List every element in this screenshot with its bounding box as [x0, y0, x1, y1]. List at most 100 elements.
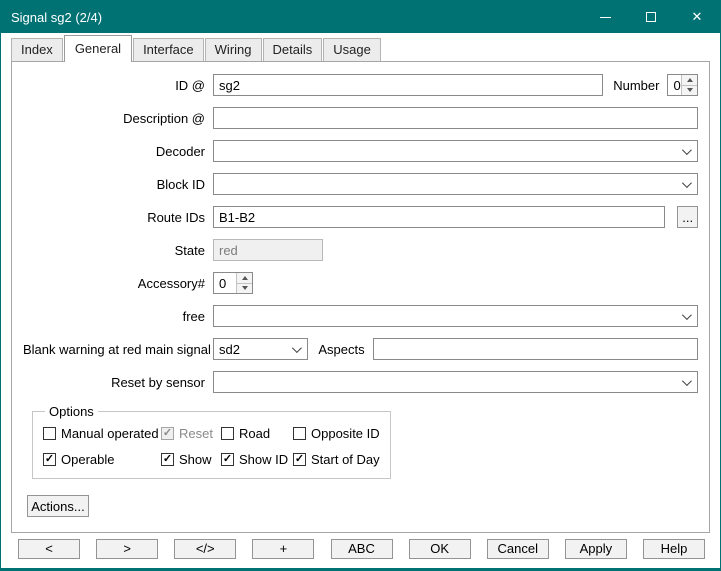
close-button[interactable]: ✕ — [674, 1, 720, 33]
route-ids-input[interactable] — [213, 206, 665, 228]
tab-wiring[interactable]: Wiring — [205, 38, 262, 61]
add-button[interactable]: + — [252, 539, 314, 559]
chevron-down-icon — [682, 178, 692, 188]
checkbox-show[interactable]: ✓ Show — [161, 452, 221, 467]
help-button[interactable]: Help — [643, 539, 705, 559]
number-value: 0 — [668, 75, 681, 95]
checkbox-manual-operated[interactable]: Manual operated — [43, 426, 161, 441]
state-row: State — [23, 239, 698, 261]
aspects-input[interactable] — [373, 338, 698, 360]
aspects-label: Aspects — [308, 342, 372, 357]
actions-button[interactable]: Actions... — [27, 495, 89, 517]
checkbox-box: ✓ — [43, 453, 56, 466]
description-label: Description @ — [23, 111, 213, 126]
abc-button[interactable]: ABC — [331, 539, 393, 559]
chevron-down-icon — [682, 376, 692, 386]
decoder-row: Decoder — [23, 140, 698, 162]
minimize-button[interactable] — [582, 1, 628, 33]
chevron-down-icon — [682, 310, 692, 320]
options-group: Options Manual operated ✓ Reset Road Opp… — [32, 404, 391, 479]
checkbox-box: ✓ — [221, 453, 234, 466]
block-id-select[interactable] — [213, 173, 698, 195]
decoder-label: Decoder — [23, 144, 213, 159]
checkbox-operable[interactable]: ✓ Operable — [43, 452, 161, 467]
block-id-label: Block ID — [23, 177, 213, 192]
route-ids-label: Route IDs — [23, 210, 213, 225]
blank-warning-label: Blank warning at red main signal — [23, 342, 213, 357]
blank-warning-row: Blank warning at red main signal sd2 Asp… — [23, 338, 698, 360]
minimize-icon — [600, 17, 611, 18]
titlebar[interactable]: Signal sg2 (2/4) ✕ — [1, 1, 720, 33]
tab-index[interactable]: Index — [11, 38, 63, 61]
checkbox-box: ✓ — [161, 453, 174, 466]
window-controls: ✕ — [582, 1, 720, 33]
checkbox-label: Reset — [179, 426, 213, 441]
free-row: free — [23, 305, 698, 327]
window-title: Signal sg2 (2/4) — [11, 10, 102, 25]
accessory-stepper[interactable]: 0 — [213, 272, 253, 294]
state-label: State — [23, 243, 213, 258]
reset-by-sensor-row: Reset by sensor — [23, 371, 698, 393]
number-label: Number — [603, 78, 667, 93]
checkbox-label: Operable — [61, 452, 114, 467]
accessory-stepper-buttons — [236, 273, 252, 293]
description-input[interactable] — [213, 107, 698, 129]
state-input — [213, 239, 323, 261]
tab-interface[interactable]: Interface — [133, 38, 204, 61]
checkbox-opposite-id[interactable]: Opposite ID — [293, 426, 380, 441]
chevron-down-icon — [682, 145, 692, 155]
checkbox-start-of-day[interactable]: ✓ Start of Day — [293, 452, 380, 467]
stepper-up-icon[interactable] — [682, 75, 697, 85]
xml-button[interactable]: </> — [174, 539, 236, 559]
bottom-button-bar: < > </> + ABC OK Cancel Apply Help — [1, 533, 720, 568]
maximize-icon — [646, 12, 656, 22]
tab-general[interactable]: General — [64, 35, 132, 62]
blank-warning-value: sd2 — [219, 342, 240, 357]
checkbox-box: ✓ — [293, 453, 306, 466]
checkbox-box — [43, 427, 56, 440]
accessory-value: 0 — [214, 273, 236, 293]
checkbox-label: Road — [239, 426, 270, 441]
accessory-label: Accessory# — [23, 276, 213, 291]
stepper-down-icon[interactable] — [682, 85, 697, 96]
stepper-up-icon[interactable] — [237, 273, 252, 283]
number-stepper-buttons — [681, 75, 697, 95]
blank-warning-select[interactable]: sd2 — [213, 338, 308, 360]
options-grid: Manual operated ✓ Reset Road Opposite ID… — [43, 426, 380, 467]
tab-usage[interactable]: Usage — [323, 38, 381, 61]
block-id-row: Block ID — [23, 173, 698, 195]
id-row: ID @ Number 0 — [23, 74, 698, 96]
stepper-down-icon[interactable] — [237, 283, 252, 294]
route-ids-row: Route IDs ... — [23, 206, 698, 228]
prev-button[interactable]: < — [18, 539, 80, 559]
reset-by-sensor-select[interactable] — [213, 371, 698, 393]
checkbox-reset: ✓ Reset — [161, 426, 221, 441]
cancel-button[interactable]: Cancel — [487, 539, 549, 559]
checkbox-label: Manual operated — [61, 426, 159, 441]
number-stepper[interactable]: 0 — [667, 74, 698, 96]
checkbox-show-id[interactable]: ✓ Show ID — [221, 452, 293, 467]
checkbox-label: Show — [179, 452, 212, 467]
checkbox-box — [293, 427, 306, 440]
decoder-select[interactable] — [213, 140, 698, 162]
id-input[interactable] — [213, 74, 603, 96]
checkbox-label: Start of Day — [311, 452, 380, 467]
checkbox-label: Show ID — [239, 452, 288, 467]
tab-bar: Index General Interface Wiring Details U… — [1, 33, 720, 61]
next-button[interactable]: > — [96, 539, 158, 559]
maximize-button[interactable] — [628, 1, 674, 33]
description-row: Description @ — [23, 107, 698, 129]
signal-properties-dialog: Signal sg2 (2/4) ✕ Index General Interfa… — [0, 0, 721, 571]
checkbox-box: ✓ — [161, 427, 174, 440]
route-ids-browse-button[interactable]: ... — [677, 206, 698, 228]
options-group-title: Options — [45, 404, 98, 419]
chevron-down-icon — [292, 343, 302, 353]
tab-details[interactable]: Details — [263, 38, 323, 61]
ok-button[interactable]: OK — [409, 539, 471, 559]
checkbox-box — [221, 427, 234, 440]
reset-by-sensor-label: Reset by sensor — [23, 375, 213, 390]
accessory-row: Accessory# 0 — [23, 272, 698, 294]
checkbox-road[interactable]: Road — [221, 426, 293, 441]
free-select[interactable] — [213, 305, 698, 327]
apply-button[interactable]: Apply — [565, 539, 627, 559]
